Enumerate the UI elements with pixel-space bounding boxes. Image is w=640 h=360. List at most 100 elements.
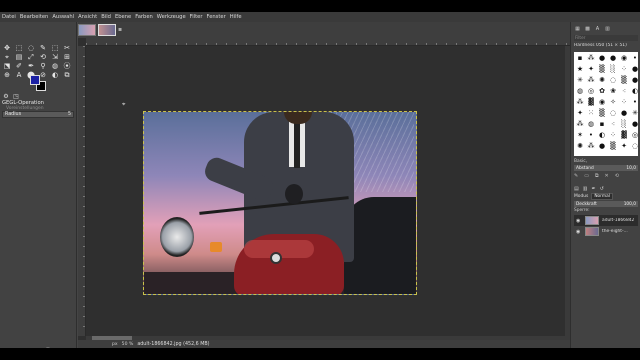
brush-item[interactable]: ⁖ — [619, 86, 629, 96]
cage-tool-icon[interactable]: ⊞ — [62, 53, 72, 62]
radius-spinner[interactable]: Radius 5 — [2, 111, 74, 118]
scale-tool-icon[interactable]: ⤢ — [26, 53, 36, 62]
bucket-fill-tool-icon[interactable]: ⬔ — [2, 62, 12, 71]
brush-item[interactable]: ❀ — [608, 86, 618, 96]
brush-item[interactable]: ◐ — [597, 130, 607, 140]
layer-row[interactable]: ◉ the-eight-... — [574, 226, 638, 237]
layers-tab-icon[interactable]: ▤ — [574, 186, 579, 192]
brush-item[interactable]: ✺ — [575, 141, 585, 151]
brush-item[interactable]: • — [586, 130, 596, 140]
fonts-tab-icon[interactable]: A — [594, 25, 601, 32]
color-swatches[interactable] — [30, 75, 48, 91]
menu-werkzeuge[interactable]: Werkzeuge — [157, 12, 186, 22]
ink-tool-icon[interactable]: ✒ — [26, 62, 36, 71]
zoom-tool-icon[interactable]: ⚲ — [38, 62, 48, 71]
crop-tool-icon[interactable]: ⬚ — [50, 44, 60, 53]
brush-item[interactable]: ⁂ — [586, 141, 596, 151]
brush-item[interactable]: ✦ — [586, 64, 596, 74]
brush-item[interactable]: ⁖ — [608, 119, 618, 129]
image-tab-thumbnail-active[interactable] — [98, 24, 116, 36]
brush-item[interactable]: ✺ — [597, 75, 607, 85]
brush-item[interactable]: ▪ — [575, 53, 585, 63]
layer-row[interactable]: ◉ adult-1866842 — [574, 215, 638, 226]
menu-ansicht[interactable]: Ansicht — [78, 12, 97, 22]
brush-item[interactable]: ● — [630, 75, 640, 85]
paths-tab-icon[interactable]: ✒ — [591, 186, 595, 192]
brush-item[interactable]: ◉ — [619, 53, 629, 63]
brush-item[interactable]: ⁘ — [619, 97, 629, 107]
image-tab-thumbnail[interactable] — [78, 24, 96, 36]
brush-filter-input[interactable]: Filter — [574, 35, 638, 41]
opacity-slider[interactable]: Deckkraft 100,0 — [574, 201, 638, 207]
eye-icon[interactable]: ◉ — [576, 229, 582, 235]
menu-fenster[interactable]: Fenster — [207, 12, 226, 22]
rotate-tool-icon[interactable]: ⟲ — [38, 53, 48, 62]
clone-tool-icon[interactable]: ⦿ — [62, 62, 72, 71]
perspective-tool-icon[interactable]: ⧉ — [62, 71, 72, 80]
brush-item[interactable]: ✿ — [597, 86, 607, 96]
radius-value[interactable]: 5 — [68, 112, 71, 117]
pencil-tool-icon[interactable]: ✐ — [14, 62, 24, 71]
tab-close-icon[interactable]: ▪ — [118, 26, 122, 33]
text-tool-icon[interactable]: A — [14, 71, 24, 80]
brush-grid[interactable]: ▪ ⁂ ● ● ◉ • ★ ✦ ▒ ░ ⁘ ● ✳ ⁂ ✺ ◌ ▒ ● ◍ ◎ … — [574, 52, 638, 156]
delete-brush-icon[interactable]: ✕ — [605, 173, 609, 179]
duplicate-brush-icon[interactable]: ⧉ — [595, 173, 599, 179]
menu-filter[interactable]: Filter — [190, 12, 203, 22]
eye-icon[interactable]: ◉ — [576, 218, 582, 224]
brush-item[interactable]: ⁂ — [575, 119, 585, 129]
brush-item[interactable]: ◌ — [608, 75, 618, 85]
move-tool-icon[interactable]: ✥ — [2, 44, 12, 53]
menu-hilfe[interactable]: Hilfe — [230, 12, 242, 22]
device-status-tab-icon[interactable]: ◳ — [12, 92, 20, 100]
channels-tab-icon[interactable]: ▥ — [583, 186, 588, 192]
brush-item[interactable]: • — [630, 53, 640, 63]
layer-name[interactable]: adult-1866842 — [602, 218, 634, 223]
smudge-tool-icon[interactable]: ◍ — [50, 62, 60, 71]
zoom-selector[interactable]: 50 % — [122, 342, 134, 347]
menu-auswahl[interactable]: Auswahl — [52, 12, 74, 22]
vertical-ruler[interactable] — [78, 46, 86, 336]
brush-item[interactable]: ● — [630, 64, 640, 74]
brush-item[interactable]: ◍ — [586, 119, 596, 129]
opacity-value[interactable]: 100,0 — [624, 202, 636, 207]
brush-item[interactable]: ▒ — [619, 75, 629, 85]
brush-item[interactable]: ● — [597, 53, 607, 63]
spacing-slider[interactable]: Abstand 10,0 — [574, 165, 638, 171]
brush-item[interactable]: ✶ — [575, 130, 585, 140]
edit-brush-icon[interactable]: ✎ — [574, 173, 578, 179]
brush-item[interactable]: ◌ — [630, 141, 640, 151]
canvas-image[interactable] — [143, 111, 417, 295]
brush-item[interactable]: ✳ — [630, 108, 640, 118]
brush-item[interactable]: ▒ — [597, 108, 607, 118]
brush-item[interactable]: ✦ — [575, 108, 585, 118]
brush-item[interactable]: ✳ — [575, 75, 585, 85]
brush-item[interactable]: ● — [597, 141, 607, 151]
brush-tag-field[interactable]: Basic, — [574, 159, 587, 164]
lasso-tool-icon[interactable]: ◌ — [26, 44, 36, 53]
color-picker-tool-icon[interactable]: ⌖ — [2, 53, 12, 62]
brush-item[interactable]: ⁘ — [608, 130, 618, 140]
brush-item[interactable]: ⁙ — [586, 108, 596, 118]
brush-item[interactable]: ▪ — [597, 119, 607, 129]
brush-item[interactable]: ✦ — [619, 141, 629, 151]
menu-ebene[interactable]: Ebene — [115, 12, 131, 22]
brush-item[interactable]: ⁂ — [586, 53, 596, 63]
mode-select[interactable]: Normal — [591, 193, 613, 200]
layer-name[interactable]: the-eight-... — [602, 229, 628, 234]
paths-tool-icon[interactable]: ✎ — [38, 44, 48, 53]
brush-item[interactable]: ▒ — [608, 141, 618, 151]
refresh-brushes-icon[interactable]: ⟲ — [615, 173, 619, 179]
brush-item[interactable]: ▒ — [597, 64, 607, 74]
canvas-viewport[interactable]: ⌖ — [86, 46, 570, 336]
flip-tool-icon[interactable]: ⇲ — [50, 53, 60, 62]
brush-item[interactable]: ◐ — [630, 86, 640, 96]
brush-item[interactable]: ░ — [619, 119, 629, 129]
brush-item[interactable]: ● — [619, 108, 629, 118]
brush-item[interactable]: ◎ — [630, 130, 640, 140]
brush-item[interactable]: ◍ — [575, 86, 585, 96]
brush-item[interactable]: ◉ — [597, 97, 607, 107]
unit-selector[interactable]: px — [112, 342, 118, 347]
align-tool-icon[interactable]: ▤ — [14, 53, 24, 62]
foreground-color-swatch[interactable] — [30, 75, 40, 85]
